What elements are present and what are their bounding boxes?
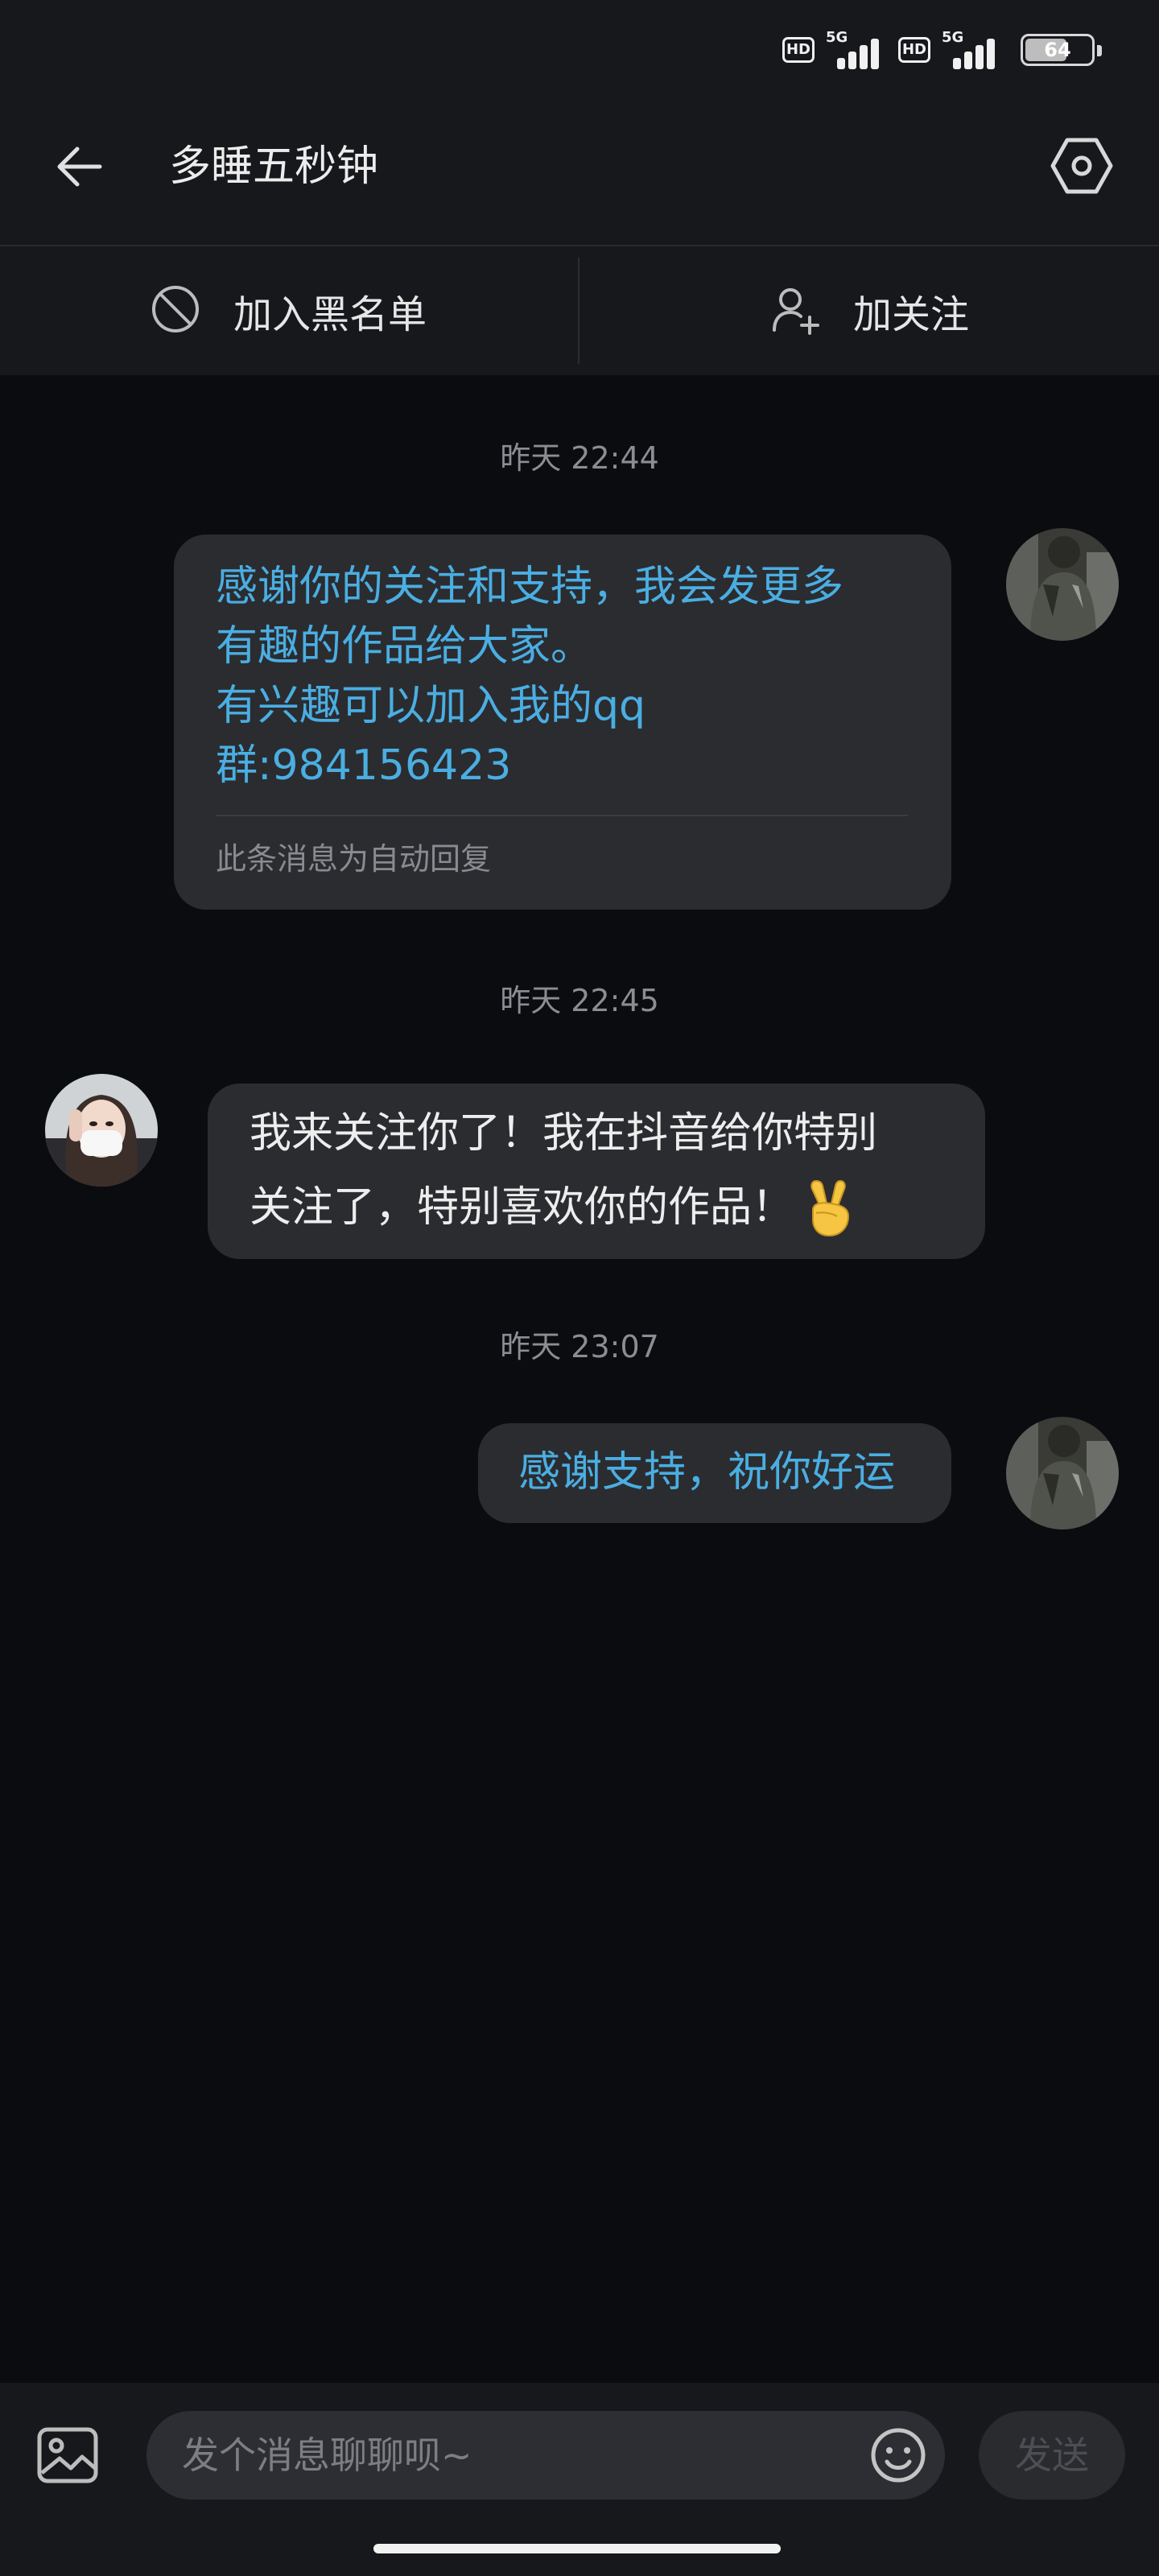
follow-label: 加关注: [853, 292, 970, 337]
message-line: 我来关注你了！我在抖音给你特别: [250, 1109, 878, 1158]
timestamp: 昨天 22:45: [500, 983, 659, 1018]
message-bubble-auto-reply[interactable]: 感谢你的关注和支持，我会发更多 有趣的作品给大家。 有兴趣可以加入我的qq 群:…: [174, 535, 951, 910]
divider: [578, 258, 580, 364]
timestamp: 昨天 22:44: [500, 440, 659, 476]
status-icons: HD 5G HD 5G 64: [782, 29, 1102, 69]
battery-icon: 64: [1021, 34, 1102, 66]
qq-group-link[interactable]: 有兴趣可以加入我的qq: [216, 676, 908, 736]
victory-hand-emoji: [805, 1178, 856, 1237]
timestamp: 昨天 23:07: [500, 1329, 659, 1364]
signal-5g-icon: 5G: [942, 29, 1003, 69]
back-arrow-icon[interactable]: [50, 137, 109, 196]
status-bar: HD 5G HD 5G 64: [0, 0, 1159, 105]
hd-badge: HD: [782, 37, 815, 63]
message-bubble-outgoing[interactable]: 感谢支持，祝你好运: [478, 1423, 951, 1523]
block-label: 加入黑名单: [233, 292, 427, 337]
message-bubble-incoming[interactable]: 我来关注你了！我在抖音给你特别 关注了，特别喜欢你的作品！: [208, 1084, 985, 1259]
follow-button[interactable]: 加关注: [769, 246, 969, 375]
divider: [216, 815, 908, 816]
block-icon: [150, 283, 201, 338]
message-line: 感谢支持，祝你好运: [518, 1448, 896, 1496]
home-indicator[interactable]: [373, 2544, 781, 2553]
battery-level: 64: [1044, 39, 1071, 61]
chat-header: 多睡五秒钟: [0, 105, 1159, 246]
hd-badge: HD: [898, 37, 930, 63]
action-bar: 加入黑名单 加关注: [0, 246, 1159, 375]
image-icon[interactable]: [35, 2423, 100, 2487]
message-line-wrap: 关注了，特别喜欢你的作品！: [250, 1170, 942, 1245]
message-input[interactable]: [146, 2411, 945, 2500]
qq-group-link[interactable]: 群:984156423: [216, 736, 908, 795]
settings-hexagon-icon[interactable]: [1050, 134, 1114, 198]
auto-reply-note: 此条消息为自动回复: [216, 841, 492, 877]
avatar[interactable]: [45, 1074, 158, 1187]
avatar[interactable]: [1006, 528, 1119, 641]
message-line: 有趣的作品给大家。: [216, 622, 593, 671]
add-user-icon: [769, 283, 821, 338]
message-line: 关注了，特别喜欢你的作品！: [250, 1183, 794, 1232]
block-user-button[interactable]: 加入黑名单: [150, 246, 427, 375]
message-line: 感谢你的关注和支持，我会发更多: [216, 563, 844, 611]
chat-screen: HD 5G HD 5G 64 多睡五秒钟 加入黑名单 加关注 昨天 22:44 …: [0, 0, 1159, 2576]
send-button[interactable]: 发送: [979, 2411, 1125, 2500]
page-title: 多睡五秒钟: [169, 142, 379, 191]
signal-5g-icon: 5G: [826, 29, 887, 69]
avatar[interactable]: [1006, 1417, 1119, 1530]
emoji-icon[interactable]: [869, 2426, 927, 2484]
